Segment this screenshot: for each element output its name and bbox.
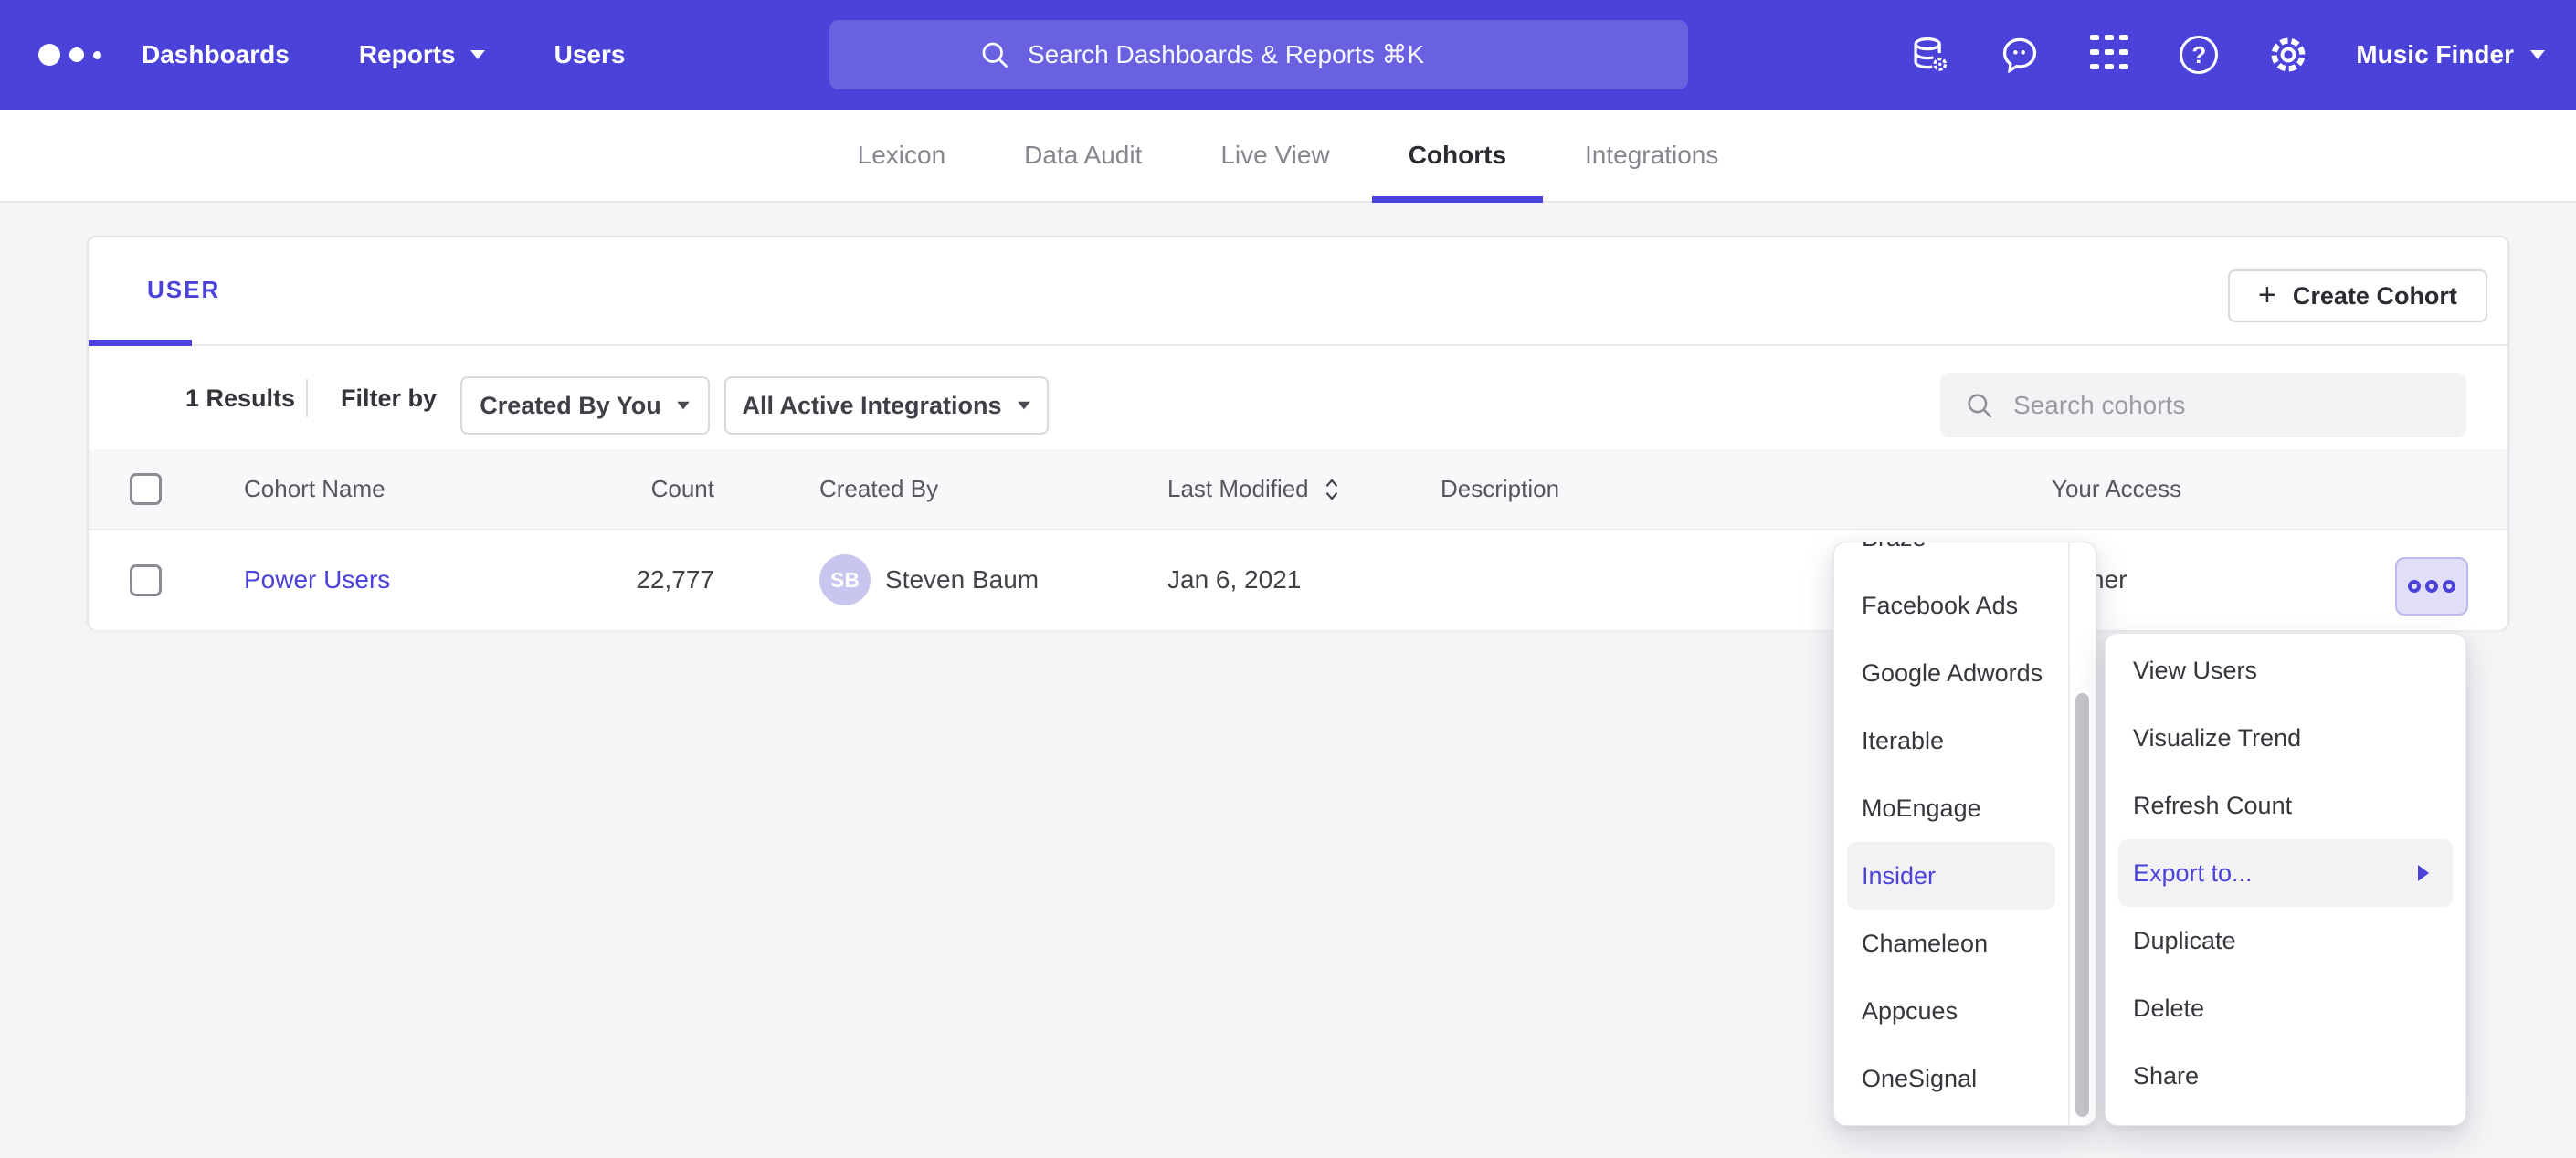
- search-icon: [1964, 390, 1995, 421]
- table-row[interactable]: Power Users 22,777 SB Steven Baum Jan 6,…: [89, 530, 2507, 630]
- scrollbar-thumb[interactable]: [2075, 693, 2089, 1117]
- nav-item-reports[interactable]: Reports: [359, 40, 485, 69]
- row-more-actions-button[interactable]: [2395, 557, 2468, 616]
- cohort-count: 22,777: [500, 530, 714, 630]
- cohort-name-link[interactable]: Power Users: [244, 565, 390, 595]
- tab-integrations[interactable]: Integrations: [1548, 110, 1755, 201]
- global-search-input[interactable]: [1028, 40, 1539, 69]
- chevron-down-icon: [2530, 50, 2545, 59]
- nav-item-users[interactable]: Users: [554, 40, 626, 69]
- tab-lexicon[interactable]: Lexicon: [821, 110, 983, 201]
- menu-item-refresh-count[interactable]: Refresh Count: [2106, 772, 2465, 839]
- menu-item-export-to[interactable]: Export to...: [2118, 839, 2453, 907]
- menu-item-visualize-trend[interactable]: Visualize Trend: [2106, 704, 2465, 772]
- cohort-type-strip: USER + Create Cohort: [89, 237, 2507, 346]
- more-dots-icon: [2408, 580, 2421, 593]
- menu-item-braze[interactable]: Braze: [1834, 542, 2068, 572]
- feedback-icon[interactable]: [1998, 33, 2042, 77]
- menu-item-view-users[interactable]: View Users: [2106, 637, 2465, 704]
- global-search-bar[interactable]: [829, 20, 1688, 89]
- export-target-list: Braze Facebook Ads Google Adwords Iterab…: [1834, 542, 2096, 1112]
- menu-item-share[interactable]: Share: [2106, 1042, 2465, 1110]
- menu-item-duplicate[interactable]: Duplicate: [2106, 907, 2465, 974]
- tab-live-view[interactable]: Live View: [1184, 110, 1366, 201]
- mixpanel-dots-logo[interactable]: [38, 0, 101, 110]
- chevron-down-icon: [1018, 402, 1030, 410]
- cohort-search-input[interactable]: [2013, 391, 2443, 420]
- cohort-search-bar[interactable]: [1940, 373, 2466, 437]
- created-by-name: Steven Baum: [885, 530, 1039, 630]
- cohorts-page: Dashboards Reports Users ? Music Finder: [0, 0, 2576, 1158]
- filter-by-label: Filter by: [341, 384, 437, 413]
- top-navigation-bar: Dashboards Reports Users ? Music Finder: [0, 0, 2576, 110]
- menu-item-insider[interactable]: Insider: [1847, 842, 2055, 910]
- logo-dot: [38, 44, 60, 66]
- menu-item-iterable[interactable]: Iterable: [1834, 707, 2068, 774]
- row-context-menu: View Users Visualize Trend Refresh Count…: [2105, 633, 2466, 1126]
- column-header-your-access[interactable]: Your Access: [2052, 449, 2181, 529]
- search-icon: [978, 38, 1011, 71]
- table-header: Cohort Name Count Created By Last Modifi…: [89, 449, 2507, 530]
- cohorts-card: USER + Create Cohort 1 Results Filter by…: [87, 236, 2509, 630]
- menu-item-moengage[interactable]: MoEngage: [1834, 774, 2068, 842]
- integrations-filter-dropdown[interactable]: All Active Integrations: [724, 376, 1049, 435]
- logo-dot: [93, 51, 101, 59]
- chevron-down-icon: [677, 402, 690, 410]
- menu-item-google-adwords[interactable]: Google Adwords: [1834, 639, 2068, 707]
- nav-right-cluster: ? Music Finder: [1908, 0, 2545, 110]
- menu-item-onesignal[interactable]: OneSignal: [1834, 1045, 2068, 1112]
- created-by-filter-dropdown[interactable]: Created By You: [460, 376, 710, 435]
- active-tab-underline: [1372, 196, 1543, 203]
- settings-gear-icon[interactable]: [2266, 33, 2310, 77]
- plus-icon: +: [2258, 279, 2276, 311]
- data-settings-icon[interactable]: [1908, 33, 1952, 77]
- tab-data-audit[interactable]: Data Audit: [987, 110, 1178, 201]
- nav-links: Dashboards Reports Users: [142, 0, 625, 110]
- select-all-checkbox[interactable]: [130, 473, 162, 505]
- submenu-arrow-icon: [2418, 865, 2429, 881]
- filter-bar: 1 Results Filter by Created By You All A…: [89, 346, 2507, 449]
- logo-dot: [69, 47, 84, 62]
- results-count: 1 Results: [185, 384, 295, 413]
- export-to-submenu: Braze Facebook Ads Google Adwords Iterab…: [1833, 542, 2096, 1126]
- divider: [306, 379, 308, 417]
- menu-item-chameleon[interactable]: Chameleon: [1834, 910, 2068, 977]
- tab-user-cohorts[interactable]: USER: [147, 276, 220, 304]
- column-header-last-modified[interactable]: Last Modified: [1167, 449, 1342, 529]
- project-name: Music Finder: [2356, 40, 2514, 69]
- avatar: SB: [819, 554, 871, 605]
- column-header-cohort-name[interactable]: Cohort Name: [244, 449, 385, 529]
- chevron-down-icon: [470, 50, 485, 59]
- project-switcher[interactable]: Music Finder: [2356, 40, 2545, 69]
- nav-item-dashboards[interactable]: Dashboards: [142, 40, 290, 69]
- menu-item-facebook-ads[interactable]: Facebook Ads: [1834, 572, 2068, 639]
- last-modified-date: Jan 6, 2021: [1167, 530, 1301, 630]
- help-icon[interactable]: ?: [2177, 33, 2221, 77]
- section-tabbar: Lexicon Data Audit Live View Cohorts Int…: [0, 110, 2576, 203]
- column-header-description[interactable]: Description: [1441, 449, 1559, 529]
- column-header-count[interactable]: Count: [500, 449, 714, 529]
- tab-cohorts[interactable]: Cohorts: [1372, 110, 1543, 201]
- menu-item-appcues[interactable]: Appcues: [1834, 977, 2068, 1045]
- user-tab-underline: [89, 340, 192, 346]
- row-checkbox[interactable]: [130, 564, 162, 596]
- sort-icon[interactable]: [1322, 478, 1342, 501]
- menu-item-delete[interactable]: Delete: [2106, 974, 2465, 1042]
- column-header-created-by[interactable]: Created By: [819, 449, 938, 529]
- apps-grid-icon[interactable]: [2087, 33, 2131, 77]
- create-cohort-button[interactable]: + Create Cohort: [2228, 269, 2487, 322]
